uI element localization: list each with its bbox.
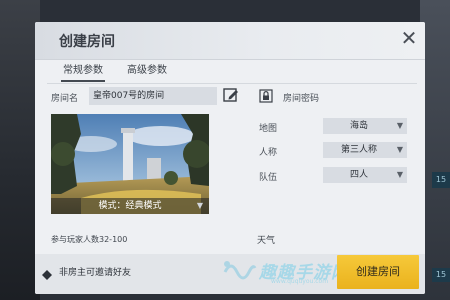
tab-advanced-params[interactable]: 高级参数 [125,60,169,82]
invite-checkbox[interactable] [41,266,53,280]
chevron-down-icon: ▼ [396,170,403,179]
edit-icon[interactable] [223,87,239,103]
background-badge: 15 [432,172,450,188]
room-password-label: 房间密码 [283,94,320,104]
chevron-down-icon: ▼ [196,201,203,210]
map-label: 地图 [259,124,278,134]
dialog-title: 创建房间 [59,34,115,50]
map-select-value: 海岛 [349,121,368,131]
map-select[interactable]: 海岛 ▼ [323,118,407,134]
team-label: 队伍 [259,173,278,183]
close-button[interactable]: ✕ [397,26,421,50]
map-preview-image[interactable]: 模式：经典模式 ▼ [51,114,209,214]
create-room-button[interactable]: 创建房间 [337,255,419,289]
invite-friends-label: 非房主可邀请好友 [59,268,132,278]
chevron-down-icon: ▼ [396,145,403,154]
team-select-value: 四人 [349,170,368,180]
perspective-select[interactable]: 第三人称 ▼ [323,142,407,158]
team-size-select[interactable]: 四人 ▼ [323,167,407,183]
watermark-url: www.ququyou.com [271,278,329,285]
weather-label: 天气 [257,236,276,246]
diamond-icon [42,270,52,280]
tab-general-params[interactable]: 常规参数 [61,60,105,82]
game-mode-selector[interactable]: 模式：经典模式 ▼ [51,198,209,214]
game-mode-label: 模式：经典模式 [98,201,162,211]
player-count-text: 参与玩家人数32-100 [51,235,128,244]
close-icon: ✕ [400,26,418,50]
watermark-logo-icon [221,258,257,286]
perspective-label: 人称 [259,148,278,158]
lock-icon[interactable] [259,88,273,103]
background-badge: 15 [432,268,450,282]
background-left-panel [0,0,40,300]
perspective-select-value: 第三人称 [340,145,377,155]
tab-divider [47,83,417,84]
chevron-down-icon: ▼ [396,121,403,130]
room-name-input[interactable]: 皇帝007号的房间 [89,87,217,105]
create-room-dialog: 创建房间 ✕ 常规参数 高级参数 房间名 皇帝007号的房间 房间密码 模式：经… [35,22,425,294]
room-name-label: 房间名 [51,94,79,104]
